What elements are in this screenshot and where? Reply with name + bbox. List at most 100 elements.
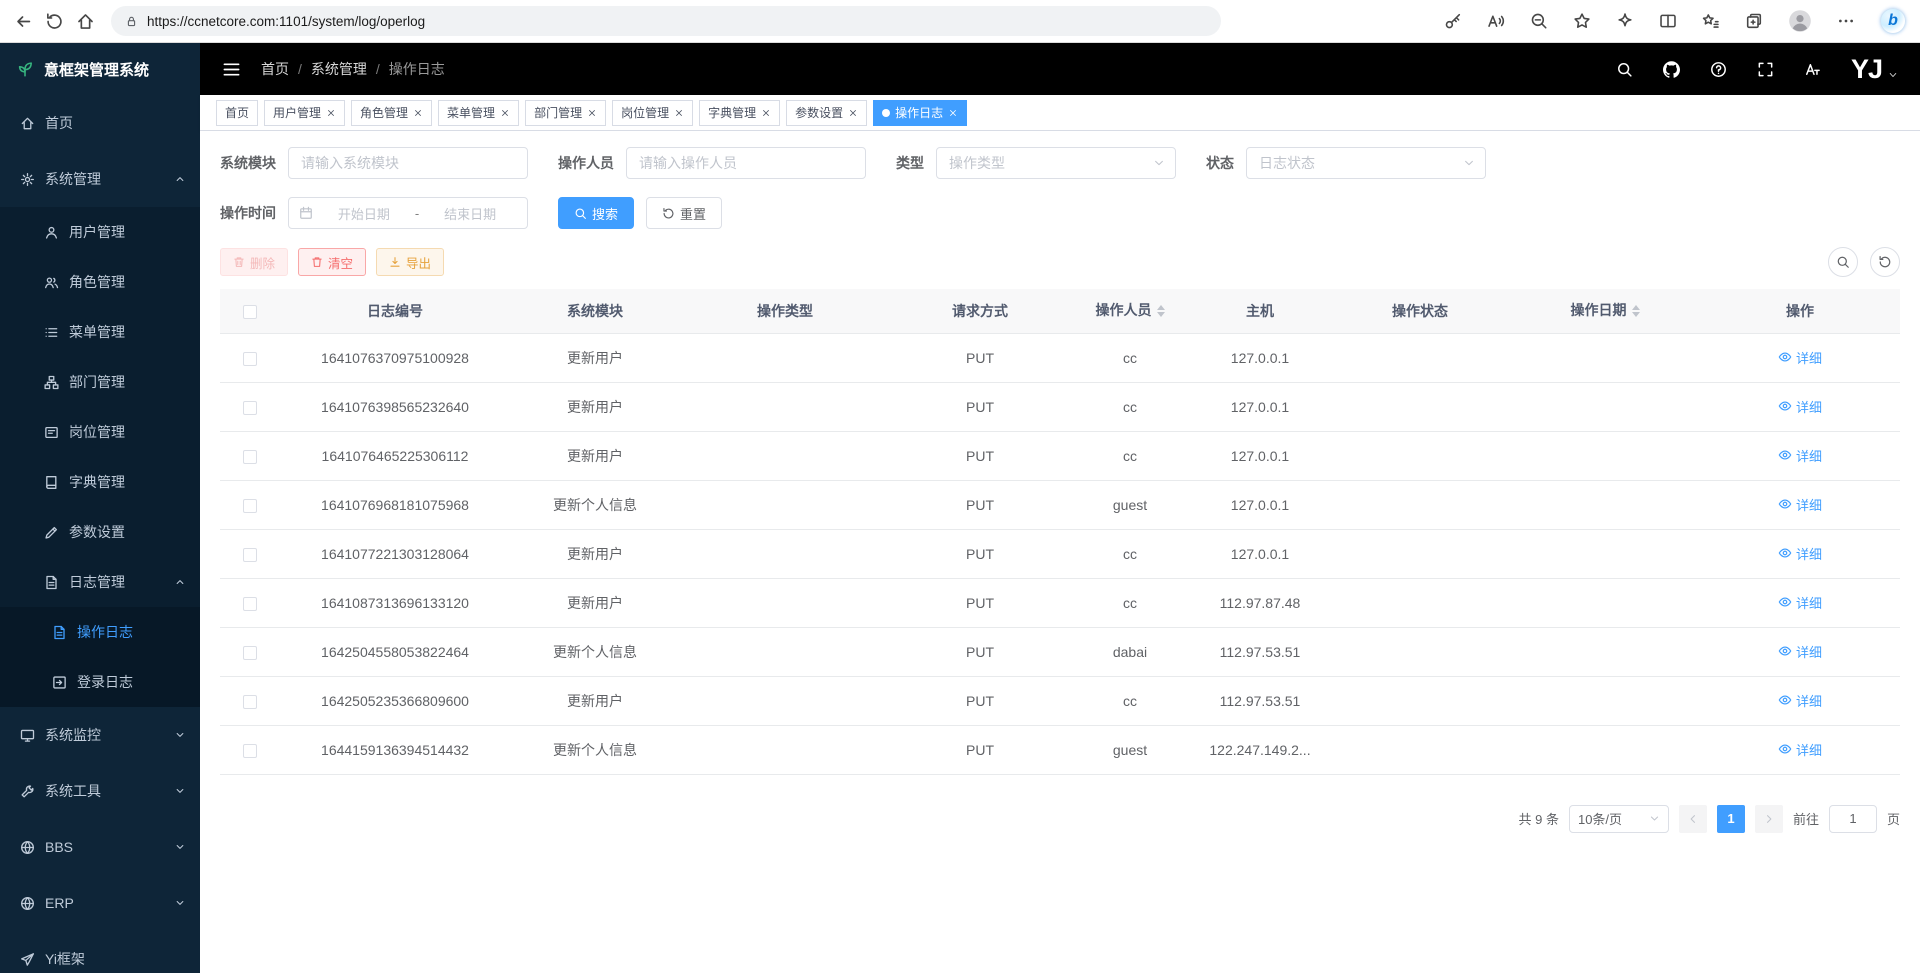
address-bar[interactable]: https://ccnetcore.com:1101/system/log/op…	[111, 6, 1221, 36]
tab-post-mgmt[interactable]: 岗位管理	[612, 100, 693, 126]
reload-icon[interactable]	[45, 12, 64, 31]
row-checkbox[interactable]	[243, 352, 257, 366]
detail-link[interactable]: 详细	[1778, 446, 1822, 465]
detail-link[interactable]: 详细	[1778, 348, 1822, 367]
split-screen-icon[interactable]	[1659, 12, 1677, 30]
search-button[interactable]: 搜索	[558, 197, 634, 229]
detail-link[interactable]: 详细	[1778, 740, 1822, 759]
detail-link[interactable]: 详细	[1778, 544, 1822, 563]
close-icon[interactable]	[674, 108, 684, 118]
select-all-checkbox[interactable]	[243, 305, 257, 319]
sidebar-item-log-mgmt[interactable]: 日志管理	[0, 557, 200, 607]
sidebar-item-operation-log[interactable]: 操作日志	[0, 607, 200, 657]
detail-link[interactable]: 详细	[1778, 642, 1822, 661]
sidebar-item-dict-mgmt[interactable]: 字典管理	[0, 457, 200, 507]
copilot-icon[interactable]: b	[1880, 8, 1906, 34]
add-favorite-icon[interactable]	[1573, 12, 1591, 30]
read-aloud-icon[interactable]	[1487, 12, 1505, 30]
status-select[interactable]: 日志状态	[1246, 147, 1486, 179]
refresh-table-button[interactable]	[1870, 247, 1900, 277]
sidebar-item-post-mgmt[interactable]: 岗位管理	[0, 407, 200, 457]
delete-button[interactable]: 删除	[220, 248, 288, 276]
zoom-out-icon[interactable]	[1530, 12, 1548, 30]
sidebar-toggle-icon[interactable]	[222, 60, 241, 79]
sidebar-item-menu-mgmt[interactable]: 菜单管理	[0, 307, 200, 357]
close-icon[interactable]	[500, 108, 510, 118]
export-button[interactable]: 导出	[376, 248, 444, 276]
sort-desc-icon[interactable]	[1632, 312, 1640, 321]
sort-desc-icon[interactable]	[1157, 312, 1165, 321]
row-checkbox[interactable]	[243, 597, 257, 611]
profile-avatar[interactable]	[1788, 9, 1812, 33]
sidebar-item-system-monitor[interactable]: 系统监控	[0, 707, 200, 763]
tab-menu-mgmt[interactable]: 菜单管理	[438, 100, 519, 126]
row-checkbox[interactable]	[243, 646, 257, 660]
row-checkbox[interactable]	[243, 450, 257, 464]
next-page-button[interactable]	[1755, 805, 1783, 833]
row-checkbox[interactable]	[243, 695, 257, 709]
close-icon[interactable]	[948, 108, 958, 118]
sidebar-item-role-mgmt[interactable]: 角色管理	[0, 257, 200, 307]
sidebar-item-user-mgmt[interactable]: 用户管理	[0, 207, 200, 257]
detail-link[interactable]: 详细	[1778, 593, 1822, 612]
detail-link[interactable]: 详细	[1778, 495, 1822, 514]
sidebar-item-home[interactable]: 首页	[0, 95, 200, 151]
sidebar-item-bbs[interactable]: BBS	[0, 819, 200, 875]
font-size-icon[interactable]	[1804, 61, 1821, 78]
favorites-icon[interactable]	[1702, 12, 1720, 30]
tab-dept-mgmt[interactable]: 部门管理	[525, 100, 606, 126]
prev-page-button[interactable]	[1679, 805, 1707, 833]
row-checkbox[interactable]	[243, 548, 257, 562]
close-icon[interactable]	[587, 108, 597, 118]
help-icon[interactable]	[1710, 61, 1727, 78]
github-icon[interactable]	[1663, 61, 1680, 78]
collections-icon[interactable]	[1745, 12, 1763, 30]
tab-home[interactable]: 首页	[216, 100, 258, 126]
breadcrumb-system-mgmt[interactable]: 系统管理	[311, 59, 367, 79]
sidebar-item-param-settings[interactable]: 参数设置	[0, 507, 200, 557]
tab-param-settings[interactable]: 参数设置	[786, 100, 867, 126]
close-icon[interactable]	[413, 108, 423, 118]
goto-page-input[interactable]	[1829, 805, 1877, 833]
close-icon[interactable]	[761, 108, 771, 118]
detail-link[interactable]: 详细	[1778, 691, 1822, 710]
fullscreen-icon[interactable]	[1757, 61, 1774, 78]
key-icon[interactable]	[1444, 12, 1462, 30]
detail-link[interactable]: 详细	[1778, 397, 1822, 416]
app-logo[interactable]: 意框架管理系统	[0, 43, 200, 95]
page-size-select[interactable]: 10条/页	[1569, 805, 1669, 833]
close-icon[interactable]	[848, 108, 858, 118]
type-select[interactable]: 操作类型	[936, 147, 1176, 179]
sidebar-item-yi-framework[interactable]: Yi框架	[0, 931, 200, 973]
toggle-search-button[interactable]	[1828, 247, 1858, 277]
tab-operation-log[interactable]: 操作日志	[873, 100, 967, 126]
user-menu[interactable]: YJ	[1851, 56, 1898, 83]
sort-icons[interactable]	[1157, 301, 1165, 321]
sidebar-item-erp[interactable]: ERP	[0, 875, 200, 931]
row-checkbox[interactable]	[243, 401, 257, 415]
module-input[interactable]	[288, 147, 528, 179]
page-number-button[interactable]: 1	[1717, 805, 1745, 833]
sidebar-item-system-tools[interactable]: 系统工具	[0, 763, 200, 819]
clear-button[interactable]: 清空	[298, 248, 366, 276]
breadcrumb-home[interactable]: 首页	[261, 59, 289, 79]
sort-asc-icon[interactable]	[1157, 301, 1165, 310]
more-options-icon[interactable]	[1837, 12, 1855, 30]
home-icon[interactable]	[76, 12, 95, 31]
sort-asc-icon[interactable]	[1632, 301, 1640, 310]
row-checkbox[interactable]	[243, 744, 257, 758]
reset-button[interactable]: 重置	[646, 197, 722, 229]
sort-icons[interactable]	[1632, 301, 1640, 321]
tab-user-mgmt[interactable]: 用户管理	[264, 100, 345, 126]
column-date[interactable]: 操作日期	[1510, 289, 1700, 333]
tab-role-mgmt[interactable]: 角色管理	[351, 100, 432, 126]
sidebar-item-dept-mgmt[interactable]: 部门管理	[0, 357, 200, 407]
sidebar-item-system-mgmt[interactable]: 系统管理	[0, 151, 200, 207]
search-icon[interactable]	[1616, 61, 1633, 78]
browser-essentials-icon[interactable]	[1616, 12, 1634, 30]
row-checkbox[interactable]	[243, 499, 257, 513]
back-icon[interactable]	[14, 12, 33, 31]
close-icon[interactable]	[326, 108, 336, 118]
sidebar-item-login-log[interactable]: 登录日志	[0, 657, 200, 707]
operator-input[interactable]	[626, 147, 866, 179]
